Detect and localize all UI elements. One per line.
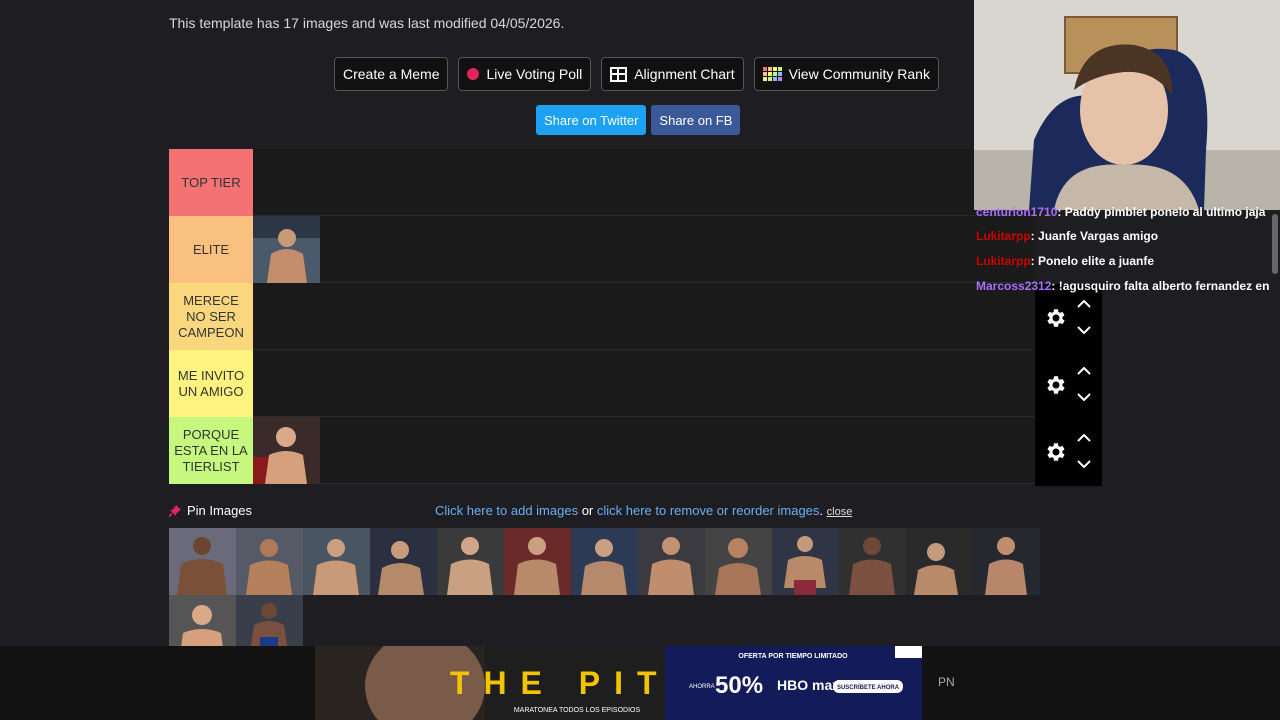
chevron-down-icon[interactable] [1077, 393, 1091, 401]
ad-hbo-now: AHORRA [689, 684, 715, 690]
grid-icon [610, 66, 628, 82]
image-bank [169, 528, 1103, 662]
action-buttons: Create a Meme Live Voting Poll Alignment… [334, 57, 939, 91]
chat-text: !agusquiro falta alberto fernandez en [1058, 279, 1270, 293]
live-voting-poll-button[interactable]: Live Voting Poll [458, 57, 592, 91]
chat-text: Juanfe Vargas amigo [1038, 229, 1159, 243]
tier-row: PORQUE ESTA EN LA TIERLIST [169, 417, 1035, 484]
share-twitter-button[interactable]: Share on Twitter [536, 105, 647, 135]
chat-username: Lukitarpp [976, 254, 1031, 268]
tier-label-top-tier[interactable]: TOP TIER [169, 149, 253, 216]
chat-username: Lukitarpp [976, 229, 1031, 243]
fighter-thumbnail[interactable] [571, 528, 638, 595]
fighter-thumbnail[interactable] [253, 216, 320, 283]
tier-row: ELITE [169, 216, 1035, 283]
ad-hbo-max[interactable]: OFERTA POR TIEMPO LIMITADO AHORRA 50% HB… [665, 646, 922, 720]
add-images-link[interactable]: Click here to add images [435, 503, 578, 518]
ad-hbo-offer: OFERTA POR TIEMPO LIMITADO [738, 653, 848, 660]
fighter-thumbnail[interactable] [638, 528, 705, 595]
share-buttons: Share on Twitter Share on FB [536, 105, 741, 135]
template-meta-text: This template has 17 images and was last… [169, 15, 565, 31]
tier-drop-zone[interactable] [253, 149, 1035, 215]
fighter-thumbnail[interactable] [169, 528, 236, 595]
scrollbar[interactable] [1270, 210, 1280, 646]
fighter-thumbnail[interactable] [303, 528, 370, 595]
chevron-down-icon[interactable] [1077, 326, 1091, 334]
reorder-images-link[interactable]: click here to remove or reorder images [597, 503, 820, 518]
live-dot-icon [467, 68, 480, 80]
fighter-thumbnail[interactable] [839, 528, 906, 595]
chevron-up-icon[interactable] [1077, 434, 1091, 442]
chat-message: Lukitarpp: Juanfe Vargas amigo [976, 229, 1159, 243]
image-links: Click here to add images or click here t… [435, 503, 852, 518]
gear-icon[interactable] [1043, 440, 1067, 464]
row-control [1035, 351, 1102, 418]
tier-drop-zone[interactable] [253, 350, 1035, 416]
chevron-down-icon[interactable] [1077, 460, 1091, 468]
fighter-thumbnail[interactable] [705, 528, 772, 595]
community-rank-button[interactable]: View Community Rank [753, 57, 939, 91]
period-text: . [819, 503, 827, 518]
tier-row: ME INVITO UN AMIGO [169, 350, 1035, 417]
pin-images-label: Pin Images [187, 503, 253, 518]
tier-label-elite[interactable]: ELITE [169, 216, 253, 283]
close-link[interactable]: close [827, 506, 853, 518]
fighter-thumbnail[interactable] [973, 528, 1040, 595]
tier-drop-zone[interactable] [253, 283, 1035, 349]
tier-row: TOP TIER [169, 149, 1035, 216]
tier-row: MERECE NO SER CAMPEON [169, 283, 1035, 350]
fighter-thumbnail[interactable] [437, 528, 504, 595]
row-control [1035, 418, 1102, 485]
tier-label-me-invito[interactable]: ME INVITO UN AMIGO [169, 350, 253, 417]
chat-message: centurion1710: Paddy pimblet ponelo al u… [976, 205, 1266, 219]
fighter-thumbnail[interactable] [772, 528, 839, 595]
gear-icon[interactable] [1043, 373, 1067, 397]
fighter-thumbnail[interactable] [504, 528, 571, 595]
chat-message: Lukitarpp: Ponelo elite a juanfe [976, 254, 1155, 268]
create-meme-button[interactable]: Create a Meme [334, 57, 449, 91]
create-meme-label: Create a Meme [343, 66, 440, 82]
pushpin-icon [169, 504, 181, 517]
alignment-chart-label: Alignment Chart [634, 66, 735, 82]
live-voting-poll-label: Live Voting Poll [486, 66, 583, 82]
tier-label-porque[interactable]: PORQUE ESTA EN LA TIERLIST [169, 417, 253, 484]
fighter-thumbnail[interactable] [370, 528, 437, 595]
ad-pitt-subtitle: MARATONEA TODOS LOS EPISODIOS [514, 707, 641, 714]
tierlist-page: This template has 17 images and was last… [0, 0, 1280, 720]
or-text: or [578, 503, 597, 518]
alignment-chart-button[interactable]: Alignment Chart [601, 57, 744, 91]
tier-drop-zone[interactable] [253, 216, 1035, 283]
chevron-up-icon[interactable] [1077, 367, 1091, 375]
ad-hbo-brand: HBO max [777, 677, 840, 693]
ad-pitt-title: THE PITT [450, 665, 665, 701]
pin-images-toggle[interactable]: Pin Images [169, 503, 252, 518]
fighter-thumbnail[interactable] [906, 528, 973, 595]
fighter-thumbnail[interactable] [236, 528, 303, 595]
tier-label-merece[interactable]: MERECE NO SER CAMPEON [169, 283, 253, 350]
tier-list: TOP TIER ELITE MERECE NO SER CAMPEON ME … [169, 149, 1035, 484]
chat-text: Ponelo elite a juanfe [1038, 254, 1155, 268]
ad-pn-label: PN [938, 675, 955, 689]
ad-the-pitt[interactable]: THE PITT MARATONEA TODOS LOS EPISODIOS [315, 646, 665, 720]
ad-hbo-cta: SUSCRÍBETE AHORA [837, 683, 900, 691]
ad-hbo-percent: 50% [715, 672, 763, 699]
tier-row-controls [1035, 284, 1102, 486]
chat-text: Paddy pimblet ponelo al ultimo jaja [1064, 205, 1266, 219]
gear-icon[interactable] [1043, 306, 1067, 330]
tier-drop-zone[interactable] [253, 417, 1035, 484]
color-grid-icon [762, 67, 782, 81]
chat-message: Marcoss2312: !agusquiro falta alberto fe… [976, 279, 1270, 293]
share-facebook-button[interactable]: Share on FB [651, 105, 741, 135]
streamer-webcam [974, 0, 1280, 210]
chat-username: centurion1710 [976, 205, 1058, 219]
stream-chat: centurion1710: Paddy pimblet ponelo al u… [974, 205, 1280, 305]
chat-username: Marcoss2312 [976, 279, 1052, 293]
fighter-thumbnail[interactable] [253, 417, 320, 484]
community-rank-label: View Community Rank [788, 66, 930, 82]
